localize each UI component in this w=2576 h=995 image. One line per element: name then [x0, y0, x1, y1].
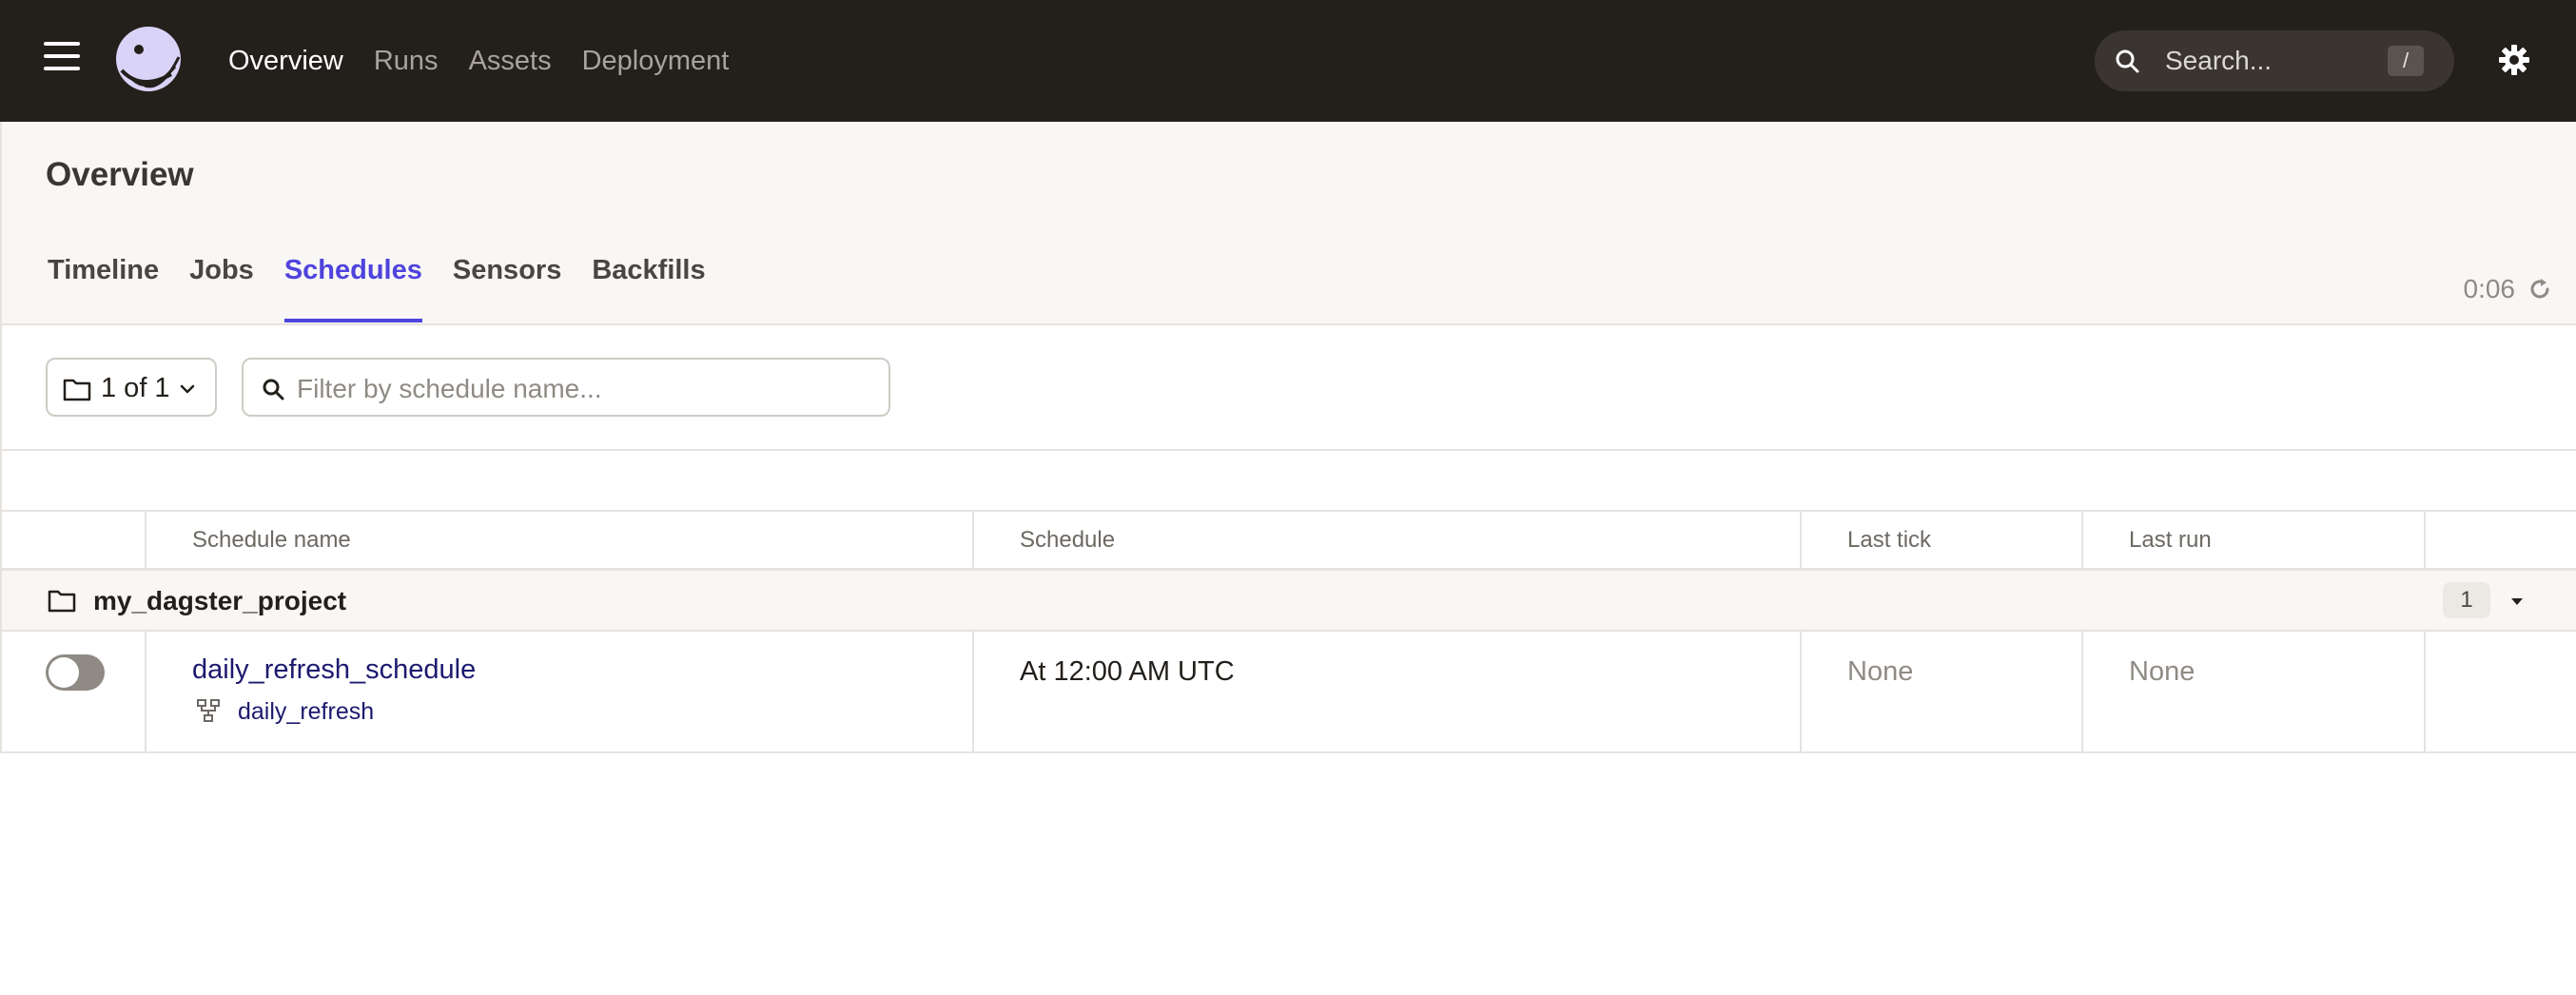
folder-icon: [48, 590, 76, 613]
job-link[interactable]: daily_refresh: [238, 698, 374, 726]
nav-assets[interactable]: Assets: [469, 40, 552, 82]
column-divider: [972, 632, 974, 751]
schedule-filter-input[interactable]: [295, 369, 869, 409]
table-spacer: [0, 451, 2576, 512]
dagster-logo-icon[interactable]: [112, 25, 185, 97]
nav-runs[interactable]: Runs: [374, 40, 439, 82]
refresh-countdown: 0:06: [2463, 274, 2516, 303]
schedule-cron-text: At 12:00 AM UTC: [1020, 656, 1235, 687]
tab-jobs[interactable]: Jobs: [189, 255, 254, 322]
repository-selector[interactable]: 1 of 1: [46, 358, 217, 417]
schedule-toggle[interactable]: [46, 654, 105, 691]
overview-tabs: Timeline Jobs Schedules Sensors Backfill…: [48, 255, 706, 322]
column-divider: [1800, 512, 1802, 568]
last-tick-value: None: [1847, 656, 1914, 687]
search-shortcut-badge: /: [2388, 46, 2424, 76]
schedule-name-link[interactable]: daily_refresh_schedule: [192, 654, 476, 686]
column-divider: [1800, 632, 1802, 751]
search-icon: [2116, 49, 2139, 73]
folder-icon: [63, 379, 91, 401]
search-placeholder: Search...: [2165, 46, 2273, 75]
column-divider: [145, 512, 146, 568]
repository-group-name: my_dagster_project: [93, 586, 347, 615]
column-divider: [2424, 512, 2426, 568]
column-header-last-tick: Last tick: [1847, 527, 1932, 553]
nav-deployment[interactable]: Deployment: [582, 40, 730, 82]
repository-group-row[interactable]: my_dagster_project 1: [0, 571, 2576, 632]
caret-down-icon[interactable]: [2508, 594, 2527, 609]
search-icon: [263, 379, 284, 400]
column-divider: [972, 512, 974, 568]
nav-overview[interactable]: Overview: [228, 40, 343, 82]
table-header: Schedule name Schedule Last tick Last ru…: [0, 512, 2576, 571]
group-count-badge: 1: [2443, 582, 2490, 618]
page-header: Overview Timeline Jobs Schedules Sensors…: [0, 122, 2576, 325]
column-header-schedule: Schedule: [1020, 527, 1116, 553]
column-header-last-run: Last run: [2129, 527, 2212, 553]
main-nav: Overview Runs Assets Deployment: [228, 40, 729, 82]
last-run-value: None: [2129, 656, 2195, 687]
chevron-down-icon: [180, 384, 195, 394]
refresh-icon[interactable]: [2527, 276, 2553, 302]
gear-icon[interactable]: [2498, 44, 2530, 76]
column-divider: [2081, 512, 2083, 568]
column-divider: [2081, 632, 2083, 751]
job-icon: [197, 699, 220, 722]
repository-selector-label: 1 of 1: [101, 373, 170, 403]
tab-backfills[interactable]: Backfills: [592, 255, 705, 322]
column-header-schedule-name: Schedule name: [192, 527, 351, 553]
page-title: Overview: [46, 156, 194, 193]
table-row: daily_refresh_schedule daily_refresh At …: [0, 632, 2576, 753]
refresh-control: 0:06: [2464, 274, 2554, 304]
tab-schedules[interactable]: Schedules: [283, 255, 422, 322]
schedule-filter: [242, 358, 890, 417]
tab-sensors[interactable]: Sensors: [453, 255, 561, 322]
tab-timeline[interactable]: Timeline: [48, 255, 159, 322]
toggle-knob: [49, 657, 79, 688]
column-divider: [145, 632, 146, 751]
column-divider: [2424, 632, 2426, 751]
global-search[interactable]: Search... /: [2095, 30, 2454, 91]
filter-bar: 1 of 1: [0, 325, 2576, 451]
top-navigation-bar: Overview Runs Assets Deployment Search..…: [0, 0, 2576, 122]
menu-icon[interactable]: [44, 42, 82, 80]
